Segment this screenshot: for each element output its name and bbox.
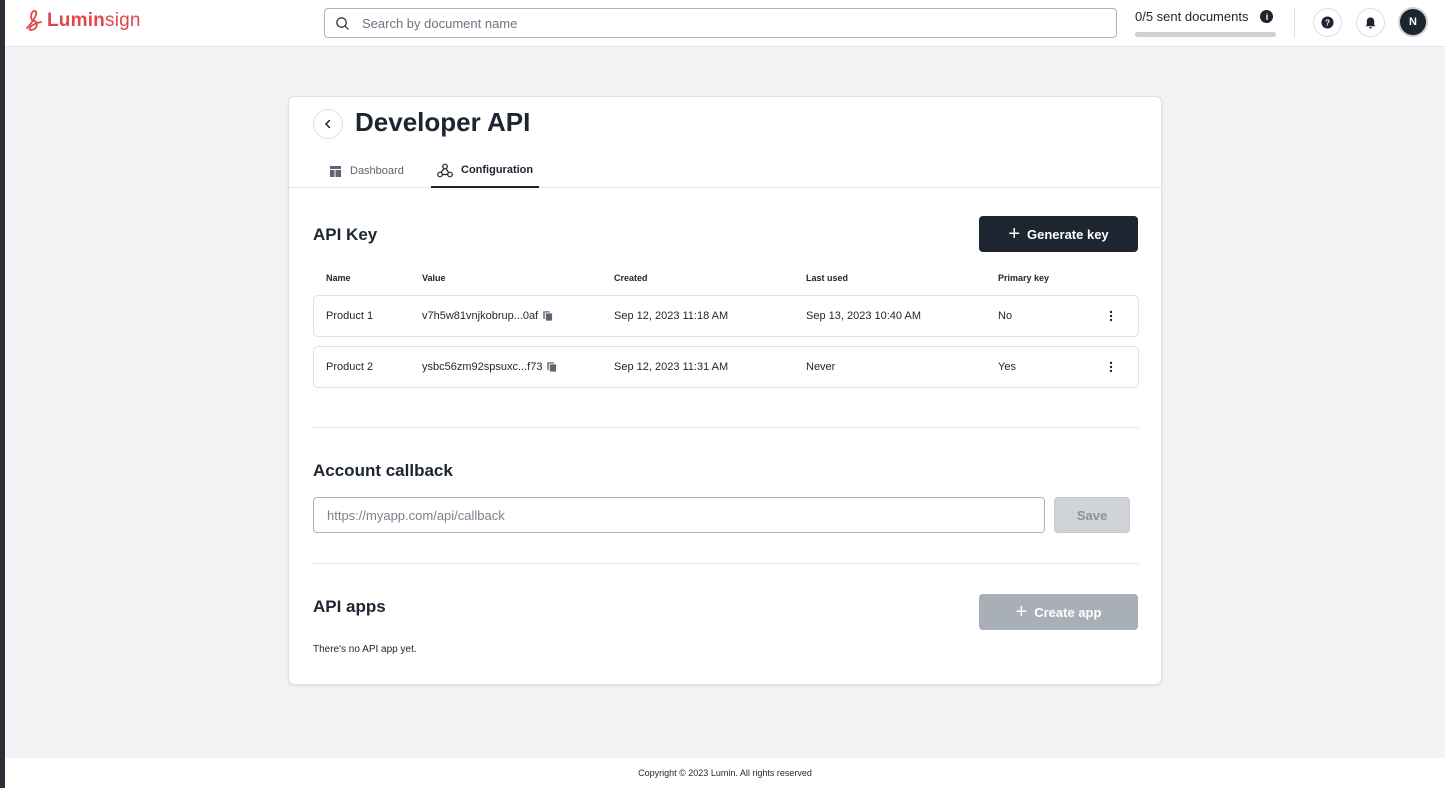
column-header-name: Name	[326, 273, 351, 283]
header-divider	[1294, 8, 1295, 38]
column-header-created: Created	[614, 273, 648, 283]
callback-url-input[interactable]	[313, 497, 1045, 533]
create-app-label: Create app	[1034, 604, 1102, 620]
more-vertical-icon	[1109, 361, 1113, 373]
plus-icon: +	[1015, 601, 1028, 623]
logo-text: Luminsign	[47, 10, 141, 31]
key-name: Product 1	[326, 310, 374, 322]
tab-configuration[interactable]: Configuration	[431, 154, 540, 188]
key-value: v7h5w81vnjkobrup...0af	[422, 310, 539, 322]
api-key-row: Product 2 ysbc56zm92spsuxc...f73 Sep 12,…	[313, 346, 1139, 388]
api-key-title: API Key	[313, 225, 378, 244]
key-primary: Yes	[998, 361, 1016, 373]
top-bar: Luminsign 0/5 sent documents i ? N	[5, 0, 1445, 47]
sent-documents-quota: 0/5 sent documents i	[1135, 9, 1277, 37]
tab-configuration-label: Configuration	[461, 164, 534, 176]
api-apps-title: API apps	[313, 597, 386, 616]
key-last-used: Sep 13, 2023 10:40 AM	[806, 310, 921, 322]
generate-key-button[interactable]: + Generate key	[979, 216, 1138, 252]
developer-api-card: Developer API Dashboard Configuration AP…	[288, 96, 1162, 685]
footer: Copyright © 2023 Lumin. All rights reser…	[5, 758, 1445, 788]
plus-icon: +	[1008, 223, 1020, 245]
help-button[interactable]: ?	[1313, 8, 1342, 37]
key-created: Sep 12, 2023 11:31 AM	[614, 361, 729, 373]
copy-icon[interactable]	[542, 310, 554, 322]
key-created: Sep 12, 2023 11:18 AM	[614, 310, 729, 322]
chevron-left-icon	[324, 119, 331, 129]
api-key-row: Product 1 v7h5w81vnjkobrup...0af Sep 12,…	[313, 295, 1139, 337]
section-divider	[313, 563, 1139, 564]
search-icon	[336, 16, 349, 30]
back-button[interactable]	[313, 109, 343, 139]
notifications-button[interactable]	[1356, 8, 1385, 37]
generate-key-label: Generate key	[1027, 226, 1109, 242]
key-primary: No	[998, 310, 1013, 322]
create-app-button[interactable]: + Create app	[979, 594, 1138, 630]
luminsign-logo[interactable]: Luminsign	[23, 8, 141, 34]
copy-icon[interactable]	[546, 361, 558, 373]
window-edge	[0, 0, 5, 788]
key-value: ysbc56zm92spsuxc...f73	[422, 361, 543, 373]
key-last-used: Never	[806, 361, 836, 373]
key-value-cell: ysbc56zm92spsuxc...f73	[422, 347, 558, 387]
svg-text:?: ?	[1325, 18, 1330, 28]
user-avatar[interactable]: N	[1398, 7, 1428, 37]
key-value-cell: v7h5w81vnjkobrup...0af	[422, 296, 554, 336]
sent-documents-label: 0/5 sent documents	[1135, 9, 1249, 24]
more-vertical-icon	[1109, 310, 1113, 322]
row-more-button[interactable]	[1100, 356, 1122, 378]
search-input[interactable]	[362, 15, 1062, 31]
logo-mark-icon	[26, 10, 42, 31]
page-title: Developer API	[355, 107, 531, 137]
help-icon: ?	[1321, 16, 1334, 29]
column-header-primary-key: Primary key	[998, 273, 1050, 283]
tab-bar: Dashboard Configuration	[289, 154, 1161, 188]
webhook-icon	[437, 163, 453, 177]
row-more-button[interactable]	[1100, 305, 1122, 327]
column-header-value: Value	[422, 273, 446, 283]
bell-icon	[1365, 16, 1376, 29]
section-divider	[313, 427, 1139, 428]
column-header-last-used: Last used	[806, 273, 849, 283]
info-icon[interactable]: i	[1260, 10, 1274, 23]
sent-documents-progress	[1135, 32, 1276, 37]
key-name: Product 2	[326, 361, 374, 373]
copyright-text: Copyright © 2023 Lumin. All rights reser…	[638, 768, 812, 778]
tab-dashboard[interactable]: Dashboard	[329, 154, 404, 188]
dashboard-icon	[330, 165, 341, 177]
tab-dashboard-label: Dashboard	[350, 165, 404, 177]
search-box[interactable]	[324, 8, 1117, 38]
save-button[interactable]: Save	[1054, 497, 1130, 533]
account-callback-title: Account callback	[313, 461, 453, 480]
empty-api-apps-text: There's no API app yet.	[313, 644, 417, 655]
